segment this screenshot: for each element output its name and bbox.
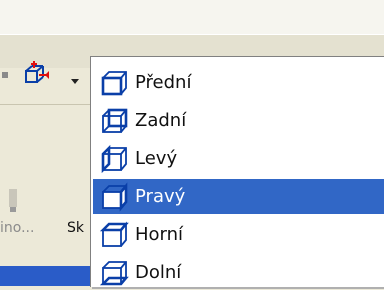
menu-item-label: Dolní	[135, 262, 182, 283]
view-orientation-cube-icon[interactable]	[22, 60, 50, 88]
menu-item-label: Pravý	[135, 186, 186, 207]
menu-item-front[interactable]: Přední	[93, 65, 384, 100]
tool-label: Sk	[67, 220, 84, 236]
toolbar-grip-icon[interactable]	[2, 72, 8, 78]
menu-item-back[interactable]: Zadní	[93, 103, 384, 138]
window-top-band	[0, 0, 384, 34]
menu-item-right[interactable]: Pravý	[93, 179, 384, 214]
menu-item-bottom[interactable]: Dolní	[93, 255, 384, 290]
cube-bottom-face-icon	[99, 260, 129, 285]
cube-back-face-icon	[102, 108, 128, 133]
menu-item-label: Levý	[135, 148, 178, 169]
disabled-tool-label: ino...	[0, 220, 35, 236]
title-strip	[0, 266, 100, 286]
cube-front-face-icon	[101, 70, 127, 95]
cube-top-face-icon	[99, 221, 129, 247]
menu-item-label: Horní	[135, 224, 184, 245]
chevron-down-icon[interactable]	[68, 72, 82, 84]
menu-item-top[interactable]: Horní	[93, 217, 384, 252]
left-panel	[0, 105, 100, 266]
cube-right-face-icon	[102, 181, 128, 212]
grip-icon	[8, 189, 18, 213]
menu-item-label: Přední	[135, 72, 192, 93]
menu-item-label: Zadní	[135, 110, 187, 131]
view-orientation-menu: Přední Zadní Levý Pravý Horní Dolní	[90, 56, 384, 287]
menu-item-left[interactable]: Levý	[93, 141, 384, 176]
cube-left-face-icon	[101, 144, 127, 173]
